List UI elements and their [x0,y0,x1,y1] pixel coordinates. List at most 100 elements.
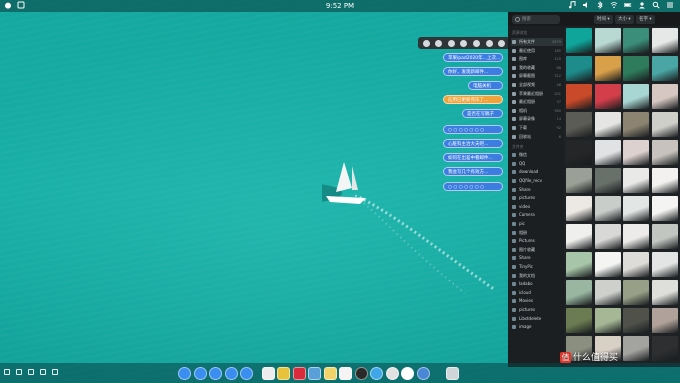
sidebar-item[interactable]: 苹果最近相册 201 [511,90,563,98]
bluetooth-icon[interactable] [596,1,604,9]
cloud-app-icon[interactable] [401,367,414,380]
image-thumbnail[interactable] [651,308,678,333]
sort-name-button[interactable]: 名字 ▾ [636,15,655,24]
apple-icon[interactable] [4,1,12,9]
image-thumbnail[interactable] [566,168,592,193]
panel-search-input[interactable]: 搜索 [512,15,560,24]
safari-app-icon[interactable] [370,367,383,380]
maps-app-icon[interactable] [308,367,321,380]
image-thumbnail[interactable] [651,196,678,221]
sort-size-button[interactable]: 大小 ▾ [615,15,634,24]
image-thumbnail[interactable] [623,196,649,221]
notification-item[interactable]: 我会写几个有效方... [443,167,503,176]
sidebar-folder-item[interactable]: Libstdelete [511,315,563,323]
notification-item[interactable]: 你好，发现新邮件... [443,67,503,76]
sidebar-folder-item[interactable]: 我的文档 [511,272,563,280]
calendar-app-icon[interactable] [339,367,352,380]
image-thumbnail[interactable] [623,168,649,193]
image-thumbnail[interactable] [651,28,678,53]
notification-item[interactable]: 应用已更新完毕了... [443,95,503,104]
sidebar-folder-item[interactable]: icloud [511,289,563,297]
sidebar-folder-item[interactable]: 图片收藏 [511,246,563,254]
chrome-app-icon[interactable] [385,367,399,380]
user-icon[interactable] [638,1,646,9]
image-thumbnail[interactable] [623,112,649,137]
list-icon[interactable] [666,1,674,9]
launcher-icon[interactable] [178,367,191,380]
image-thumbnail[interactable] [651,252,678,277]
volume-icon[interactable] [582,1,590,9]
battery-icon[interactable] [624,1,632,9]
crop-icon[interactable] [28,369,34,375]
sidebar-folder-item[interactable]: pictures [511,306,563,314]
sidebar-item[interactable]: 所有文件 2879 [511,38,563,46]
photos-app-icon[interactable] [277,367,290,380]
sidebar-folder-item[interactable]: image [511,323,563,331]
sidebar-item[interactable]: 下载 92 [511,124,563,132]
sidebar-folder-item[interactable]: video [511,203,563,211]
image-thumbnail[interactable] [566,84,592,109]
image-thumbnail[interactable] [594,308,621,333]
sidebar-item[interactable]: 最近使用 185 [511,47,563,55]
arrow-icon[interactable] [498,39,506,47]
eye-icon[interactable] [473,39,481,47]
sidebar-folder-item[interactable]: QQfile_recv [511,177,563,185]
notification-item[interactable]: ○ ○ ○ ○ ○ ○ ○ [443,182,503,191]
search-icon[interactable] [652,1,660,9]
image-thumbnail[interactable] [566,280,592,305]
mail-app-icon[interactable] [224,367,238,380]
sidebar-item[interactable]: 图库 120 [511,55,563,63]
video-app-icon[interactable] [209,367,222,380]
sidebar-folder-item[interactable]: TinyPic [511,263,563,271]
image-thumbnail[interactable] [594,112,621,137]
copy-icon[interactable] [16,369,22,375]
music-app-icon[interactable] [292,367,306,380]
image-thumbnail[interactable] [594,280,621,305]
notification-item[interactable]: 是否在写稿子 [462,109,503,118]
image-thumbnail[interactable] [566,56,592,81]
image-thumbnail[interactable] [566,196,592,221]
wifi-icon[interactable] [610,1,618,9]
sidebar-folder-item[interactable]: Iadabo [511,280,563,288]
settings-icon[interactable] [422,39,430,47]
sidebar-folder-item[interactable]: Pictures [511,237,563,245]
image-thumbnail[interactable] [623,28,649,53]
image-thumbnail[interactable] [651,280,678,305]
notification-item[interactable]: 如何在出差中看邮件... [443,153,503,162]
screen-icon[interactable] [52,369,58,375]
sidebar-folder-item[interactable]: 微信 [511,151,563,159]
sidebar-item[interactable]: 相机 560 [511,107,563,115]
sort-time-button[interactable]: 时间 ▾ [594,15,613,24]
sidebar-folder-item[interactable]: Share [511,186,563,194]
image-thumbnail[interactable] [651,84,678,109]
image-thumbnail[interactable] [651,336,678,361]
notification-item[interactable]: 心脏科主治大夫吧... [443,139,503,148]
notification-item[interactable]: 苹果ipad2020年...上次... [443,53,503,62]
sidebar-item[interactable]: 最近相册 37 [511,98,563,106]
finder-app-icon[interactable] [261,367,275,380]
image-thumbnail[interactable] [566,140,592,165]
image-thumbnail[interactable] [594,168,621,193]
image-thumbnail[interactable] [651,168,678,193]
image-thumbnail[interactable] [594,224,621,249]
sidebar-item[interactable]: 屏幕录像 14 [511,115,563,123]
sort-icon[interactable] [447,39,455,47]
sidebar-item[interactable]: 全部视频 48 [511,81,563,89]
sidebar-folder-item[interactable]: Share [511,254,563,262]
sidebar-folder-item[interactable]: pictures [511,194,563,202]
image-thumbnail[interactable] [594,28,621,53]
image-thumbnail[interactable] [566,112,592,137]
window-icon[interactable] [4,369,10,375]
image-thumbnail[interactable] [566,308,592,333]
image-thumbnail[interactable] [623,140,649,165]
image-thumbnail[interactable] [623,308,649,333]
image-thumbnail[interactable] [651,224,678,249]
image-thumbnail[interactable] [651,112,678,137]
trash-app-icon[interactable] [446,367,459,380]
image-thumbnail[interactable] [594,56,621,81]
weather-app-icon[interactable] [416,367,430,380]
image-thumbnail[interactable] [566,252,592,277]
image-thumbnail[interactable] [651,140,678,165]
edit-icon[interactable] [435,39,443,47]
finder-icon[interactable] [17,1,25,9]
